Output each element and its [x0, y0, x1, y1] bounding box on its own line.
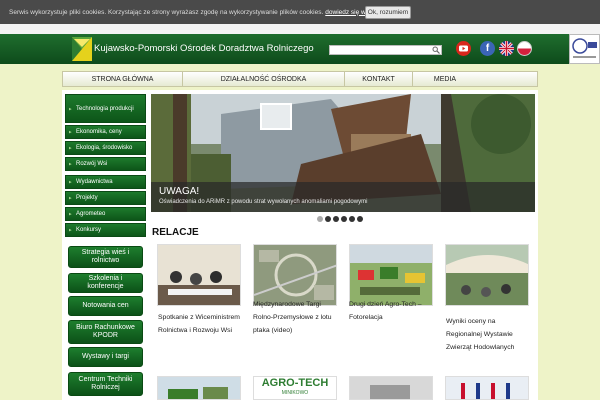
szkolenia-button[interactable]: Szkolenia i konferencje	[68, 273, 143, 293]
agro-tech-logo: AGRO-TECH	[261, 377, 329, 389]
slider-dot[interactable]	[333, 216, 339, 222]
slider-dot[interactable]	[357, 216, 363, 222]
cookie-text: Serwis wykorzystuje pliki cookies. Korzy…	[9, 8, 324, 16]
sidebar-item-ekonomika[interactable]: Ekonomika, ceny	[65, 125, 146, 139]
relacja-thumb-8[interactable]	[445, 376, 529, 400]
relacja-thumb-3[interactable]	[349, 244, 433, 306]
logo-icon[interactable]	[72, 37, 92, 61]
youtube-icon[interactable]	[456, 41, 471, 56]
ctr-button[interactable]: Centrum Techniki Rolniczej	[68, 372, 143, 396]
relacja-caption-4[interactable]: Wyniki oceny na Regionalnej Wystawie Zwi…	[446, 315, 532, 354]
relacja-thumb-6[interactable]: AGRO-TECH MINIKOWO	[253, 376, 337, 400]
biuro-button[interactable]: Biuro Rachunkowe KPODR	[68, 320, 143, 344]
sidebar-item-label: Agrometeo	[76, 211, 106, 217]
relacja-thumb-7[interactable]	[349, 376, 433, 400]
sidebar-item-projekty[interactable]: Projekty	[65, 191, 146, 205]
nav-media[interactable]: Media	[413, 72, 477, 86]
agro-tech-logo-sub: MINIKOWO	[281, 390, 309, 396]
nav-about[interactable]: Działalność ośrodka	[183, 72, 345, 86]
site-title[interactable]: Kujawsko-Pomorski Ośrodek Doradztwa Roln…	[94, 43, 314, 54]
sidebar-item-konkursy[interactable]: Konkursy	[65, 223, 146, 237]
relacja-thumb-5[interactable]	[157, 376, 241, 400]
facebook-icon[interactable]: f	[480, 41, 495, 56]
relacje-heading: RELACJE	[152, 227, 199, 238]
nav-home[interactable]: Strona główna	[63, 72, 183, 86]
sidebar-item-label: Wydawnictwa	[76, 179, 113, 185]
main-nav: Strona główna Działalność ośrodka Kontak…	[62, 71, 538, 87]
wystawy-button[interactable]: Wystawy i targi	[68, 347, 143, 367]
site-header: Kujawsko-Pomorski Ośrodek Doradztwa Roln…	[0, 34, 600, 64]
certificate-badge	[569, 34, 600, 64]
relacja-thumb-4[interactable]	[445, 244, 529, 306]
english-flag-icon[interactable]	[499, 41, 514, 56]
sidebar-item-label: Projekty	[76, 195, 98, 201]
sidebar-item-agrometeo[interactable]: Agrometeo	[65, 207, 146, 221]
cookie-bar: Serwis wykorzystuje pliki cookies. Korzy…	[0, 0, 600, 24]
notowania-button[interactable]: Notowania cen	[68, 296, 143, 316]
top-strip	[0, 24, 600, 34]
nav-contact[interactable]: Kontakt	[345, 72, 413, 86]
search-icon[interactable]	[432, 46, 440, 54]
polish-flag-icon[interactable]	[517, 41, 532, 56]
slider-dot[interactable]	[349, 216, 355, 222]
relacja-thumb-2[interactable]	[253, 244, 337, 306]
sidebar-item-label: Konkursy	[76, 227, 102, 233]
sidebar-item-rozwoj[interactable]: Rozwój Wsi	[65, 157, 146, 171]
relacja-caption-1[interactable]: Spotkanie z Wiceministrem Rolnictwa i Ro…	[158, 311, 246, 337]
slider-title[interactable]: UWAGA!	[159, 186, 199, 197]
hero-slider[interactable]: UWAGA! Oświadczenia do ARiMR z powodu st…	[151, 94, 535, 212]
search-input[interactable]	[329, 45, 442, 55]
relacja-caption-2[interactable]: Międzynarodowe Targi Rolno-Przemysłowe z…	[253, 298, 339, 337]
slider-caption: UWAGA! Oświadczenia do ARiMR z powodu st…	[151, 182, 535, 212]
relacja-caption-3[interactable]: Drugi dzień Agro-Tech – Fotorelacja	[349, 298, 435, 324]
sidebar-item-label: Ekologia, środowisko	[76, 145, 133, 151]
slider-dot[interactable]	[341, 216, 347, 222]
cookie-accept-button[interactable]: Ok, rozumiem	[365, 6, 411, 19]
sidebar-item-wydawnictwa[interactable]: Wydawnictwa	[65, 175, 146, 189]
slider-subtitle: Oświadczenia do ARiMR z powodu strat wyw…	[159, 199, 368, 205]
strategia-button[interactable]: Strategia wieś i rolnictwo	[68, 246, 143, 268]
slider-dot[interactable]	[317, 216, 323, 222]
relacja-thumb-1[interactable]	[157, 244, 241, 306]
sidebar-item-label: Rozwój Wsi	[76, 161, 108, 167]
sidebar-item-label: Technologia produkcji	[76, 105, 134, 112]
slider-dot[interactable]	[325, 216, 331, 222]
sidebar-item-technologia[interactable]: Technologia produkcji	[65, 94, 146, 123]
sidebar-item-ekologia[interactable]: Ekologia, środowisko	[65, 141, 146, 155]
slider-dots	[317, 216, 363, 222]
sidebar-item-label: Ekonomika, ceny	[76, 129, 122, 135]
